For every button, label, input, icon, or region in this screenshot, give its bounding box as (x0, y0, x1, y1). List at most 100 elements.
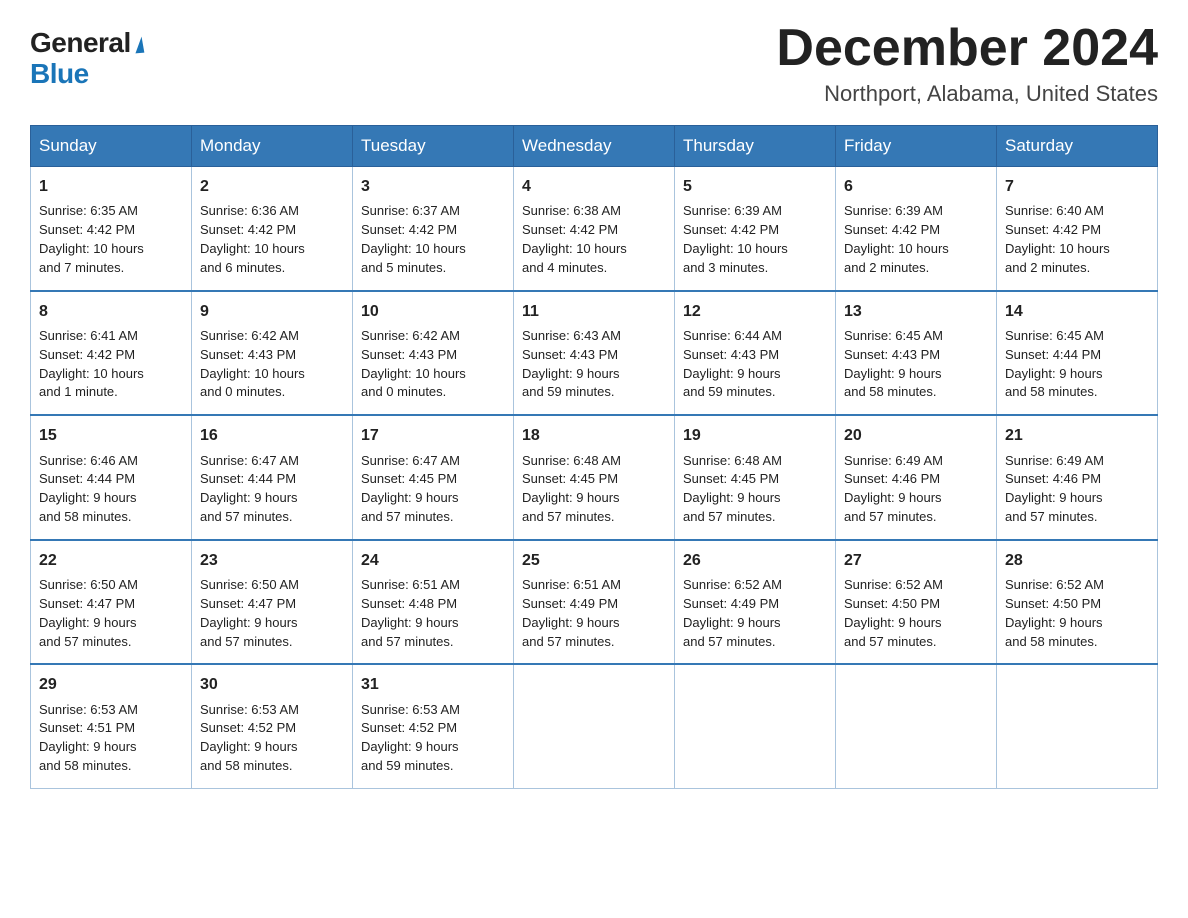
calendar-table: SundayMondayTuesdayWednesdayThursdayFrid… (30, 125, 1158, 789)
day-info: Sunrise: 6:47 AM Sunset: 4:45 PM Dayligh… (361, 452, 505, 527)
calendar-cell: 3 Sunrise: 6:37 AM Sunset: 4:42 PM Daylig… (353, 167, 514, 291)
calendar-cell: 30 Sunrise: 6:53 AM Sunset: 4:52 PM Dayli… (192, 664, 353, 788)
day-info: Sunrise: 6:39 AM Sunset: 4:42 PM Dayligh… (844, 202, 988, 277)
weekday-header-sunday: Sunday (31, 126, 192, 167)
calendar-cell: 1 Sunrise: 6:35 AM Sunset: 4:42 PM Daylig… (31, 167, 192, 291)
location-title: Northport, Alabama, United States (776, 81, 1158, 107)
day-info: Sunrise: 6:46 AM Sunset: 4:44 PM Dayligh… (39, 452, 183, 527)
calendar-cell: 16 Sunrise: 6:47 AM Sunset: 4:44 PM Dayli… (192, 415, 353, 540)
day-info: Sunrise: 6:50 AM Sunset: 4:47 PM Dayligh… (39, 576, 183, 651)
day-info: Sunrise: 6:47 AM Sunset: 4:44 PM Dayligh… (200, 452, 344, 527)
calendar-cell (675, 664, 836, 788)
day-info: Sunrise: 6:42 AM Sunset: 4:43 PM Dayligh… (361, 327, 505, 402)
calendar-cell: 25 Sunrise: 6:51 AM Sunset: 4:49 PM Dayli… (514, 540, 675, 665)
day-info: Sunrise: 6:41 AM Sunset: 4:42 PM Dayligh… (39, 327, 183, 402)
day-number: 31 (361, 673, 505, 696)
weekday-header-tuesday: Tuesday (353, 126, 514, 167)
day-number: 1 (39, 175, 183, 198)
calendar-cell: 22 Sunrise: 6:50 AM Sunset: 4:47 PM Dayli… (31, 540, 192, 665)
day-info: Sunrise: 6:38 AM Sunset: 4:42 PM Dayligh… (522, 202, 666, 277)
calendar-cell: 4 Sunrise: 6:38 AM Sunset: 4:42 PM Daylig… (514, 167, 675, 291)
calendar-cell: 11 Sunrise: 6:43 AM Sunset: 4:43 PM Dayli… (514, 291, 675, 416)
day-number: 28 (1005, 549, 1149, 572)
day-number: 3 (361, 175, 505, 198)
day-info: Sunrise: 6:53 AM Sunset: 4:52 PM Dayligh… (361, 701, 505, 776)
calendar-week-row: 8 Sunrise: 6:41 AM Sunset: 4:42 PM Daylig… (31, 291, 1158, 416)
day-number: 13 (844, 300, 988, 323)
day-info: Sunrise: 6:43 AM Sunset: 4:43 PM Dayligh… (522, 327, 666, 402)
header-area: General Blue December 2024 Northport, Al… (30, 20, 1158, 107)
day-info: Sunrise: 6:37 AM Sunset: 4:42 PM Dayligh… (361, 202, 505, 277)
day-info: Sunrise: 6:40 AM Sunset: 4:42 PM Dayligh… (1005, 202, 1149, 277)
month-title: December 2024 (776, 20, 1158, 77)
calendar-cell: 29Sunrise: 6:53 AM Sunset: 4:51 PM Dayli… (31, 664, 192, 788)
calendar-cell (997, 664, 1158, 788)
day-number: 23 (200, 549, 344, 572)
day-number: 29 (39, 673, 183, 696)
weekday-header-wednesday: Wednesday (514, 126, 675, 167)
calendar-cell: 12Sunrise: 6:44 AM Sunset: 4:43 PM Dayli… (675, 291, 836, 416)
calendar-cell: 14 Sunrise: 6:45 AM Sunset: 4:44 PM Dayli… (997, 291, 1158, 416)
calendar-cell: 27 Sunrise: 6:52 AM Sunset: 4:50 PM Dayli… (836, 540, 997, 665)
calendar-cell: 9 Sunrise: 6:42 AM Sunset: 4:43 PM Daylig… (192, 291, 353, 416)
day-info: Sunrise: 6:53 AM Sunset: 4:52 PM Dayligh… (200, 701, 344, 776)
weekday-header-monday: Monday (192, 126, 353, 167)
day-info: Sunrise: 6:48 AM Sunset: 4:45 PM Dayligh… (522, 452, 666, 527)
calendar-cell (836, 664, 997, 788)
day-info: Sunrise: 6:51 AM Sunset: 4:49 PM Dayligh… (522, 576, 666, 651)
weekday-header-row: SundayMondayTuesdayWednesdayThursdayFrid… (31, 126, 1158, 167)
day-number: 2 (200, 175, 344, 198)
day-info: Sunrise: 6:36 AM Sunset: 4:42 PM Dayligh… (200, 202, 344, 277)
calendar-cell: 19Sunrise: 6:48 AM Sunset: 4:45 PM Dayli… (675, 415, 836, 540)
day-number: 11 (522, 300, 666, 323)
calendar-cell: 31 Sunrise: 6:53 AM Sunset: 4:52 PM Dayli… (353, 664, 514, 788)
day-number: 6 (844, 175, 988, 198)
calendar-cell: 6 Sunrise: 6:39 AM Sunset: 4:42 PM Daylig… (836, 167, 997, 291)
day-number: 4 (522, 175, 666, 198)
calendar-cell: 2 Sunrise: 6:36 AM Sunset: 4:42 PM Daylig… (192, 167, 353, 291)
day-number: 16 (200, 424, 344, 447)
day-info: Sunrise: 6:42 AM Sunset: 4:43 PM Dayligh… (200, 327, 344, 402)
title-area: December 2024 Northport, Alabama, United… (776, 20, 1158, 107)
calendar-week-row: 29Sunrise: 6:53 AM Sunset: 4:51 PM Dayli… (31, 664, 1158, 788)
calendar-cell: 23 Sunrise: 6:50 AM Sunset: 4:47 PM Dayli… (192, 540, 353, 665)
day-number: 15 (39, 424, 183, 447)
day-number: 7 (1005, 175, 1149, 198)
day-info: Sunrise: 6:35 AM Sunset: 4:42 PM Dayligh… (39, 202, 183, 277)
calendar-cell: 10Sunrise: 6:42 AM Sunset: 4:43 PM Dayli… (353, 291, 514, 416)
calendar-cell: 21Sunrise: 6:49 AM Sunset: 4:46 PM Dayli… (997, 415, 1158, 540)
day-number: 25 (522, 549, 666, 572)
weekday-header-friday: Friday (836, 126, 997, 167)
day-info: Sunrise: 6:39 AM Sunset: 4:42 PM Dayligh… (683, 202, 827, 277)
day-number: 26 (683, 549, 827, 572)
day-info: Sunrise: 6:49 AM Sunset: 4:46 PM Dayligh… (844, 452, 988, 527)
calendar-cell: 15 Sunrise: 6:46 AM Sunset: 4:44 PM Dayli… (31, 415, 192, 540)
day-number: 20 (844, 424, 988, 447)
day-info: Sunrise: 6:52 AM Sunset: 4:49 PM Dayligh… (683, 576, 827, 651)
day-info: Sunrise: 6:45 AM Sunset: 4:44 PM Dayligh… (1005, 327, 1149, 402)
calendar-cell: 24Sunrise: 6:51 AM Sunset: 4:48 PM Dayli… (353, 540, 514, 665)
day-info: Sunrise: 6:51 AM Sunset: 4:48 PM Dayligh… (361, 576, 505, 651)
day-number: 30 (200, 673, 344, 696)
day-number: 14 (1005, 300, 1149, 323)
logo: General Blue (30, 20, 143, 90)
day-info: Sunrise: 6:50 AM Sunset: 4:47 PM Dayligh… (200, 576, 344, 651)
calendar-week-row: 22 Sunrise: 6:50 AM Sunset: 4:47 PM Dayli… (31, 540, 1158, 665)
day-number: 22 (39, 549, 183, 572)
day-number: 27 (844, 549, 988, 572)
day-info: Sunrise: 6:52 AM Sunset: 4:50 PM Dayligh… (844, 576, 988, 651)
day-info: Sunrise: 6:52 AM Sunset: 4:50 PM Dayligh… (1005, 576, 1149, 651)
calendar-cell: 20 Sunrise: 6:49 AM Sunset: 4:46 PM Dayli… (836, 415, 997, 540)
day-number: 19 (683, 424, 827, 447)
calendar-cell (514, 664, 675, 788)
day-number: 5 (683, 175, 827, 198)
calendar-cell: 7 Sunrise: 6:40 AM Sunset: 4:42 PM Daylig… (997, 167, 1158, 291)
day-info: Sunrise: 6:44 AM Sunset: 4:43 PM Dayligh… (683, 327, 827, 402)
calendar-cell: 28 Sunrise: 6:52 AM Sunset: 4:50 PM Dayli… (997, 540, 1158, 665)
day-number: 17 (361, 424, 505, 447)
calendar-cell: 18Sunrise: 6:48 AM Sunset: 4:45 PM Dayli… (514, 415, 675, 540)
calendar-cell: 13Sunrise: 6:45 AM Sunset: 4:43 PM Dayli… (836, 291, 997, 416)
day-number: 9 (200, 300, 344, 323)
calendar-cell: 26 Sunrise: 6:52 AM Sunset: 4:49 PM Dayli… (675, 540, 836, 665)
day-number: 8 (39, 300, 183, 323)
